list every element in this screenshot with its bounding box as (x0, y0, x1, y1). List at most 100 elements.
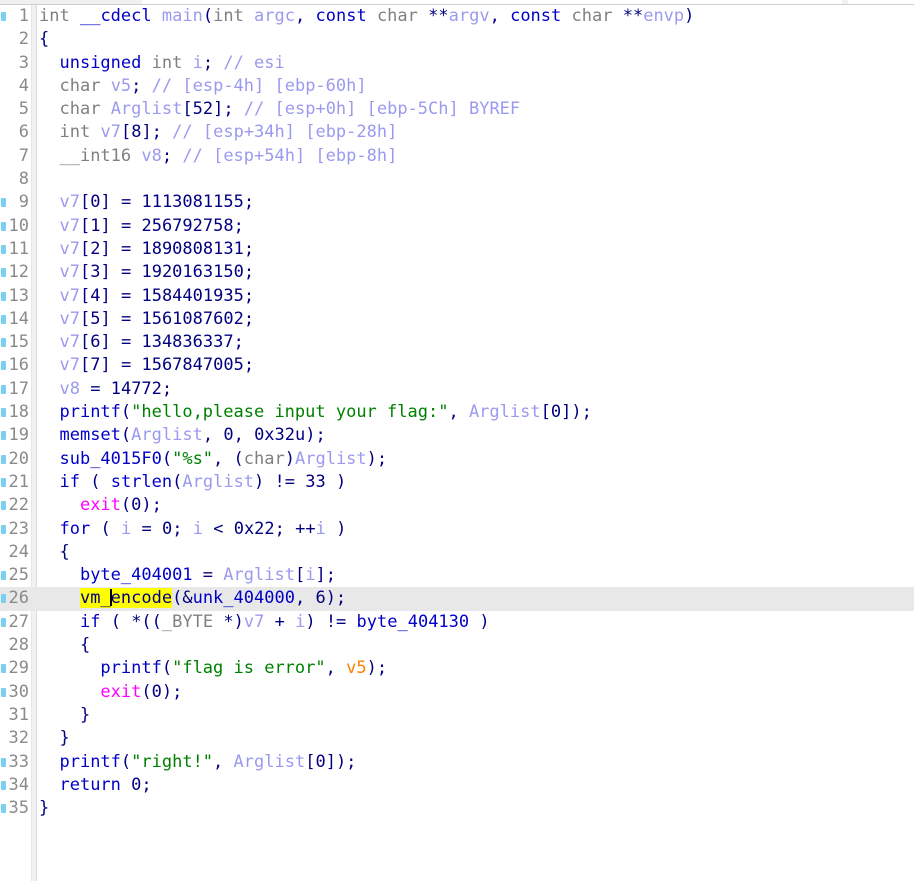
code-line-list[interactable]: 1 int __cdecl main(int argc, const char *… (0, 5, 914, 820)
code-text[interactable]: exit(0); (39, 681, 182, 704)
code-line[interactable]: 5 char Arglist[52]; // [esp+0h] [ebp-5Ch… (0, 98, 914, 121)
code-line[interactable]: 30 exit(0); (0, 681, 914, 704)
code-line[interactable]: 18 printf("hello,please input your flag:… (0, 401, 914, 424)
code-token: Arglist (110, 99, 183, 120)
code-text[interactable]: char Arglist[52]; // [esp+0h] [ebp-5Ch] … (39, 98, 520, 121)
code-line[interactable]: 7 __int16 v8; // [esp+54h] [ebp-8h] (0, 145, 914, 168)
code-text[interactable]: printf("right!", Arglist[0]); (39, 751, 356, 774)
code-text[interactable]: { (39, 28, 49, 51)
code-text[interactable]: } (39, 704, 90, 727)
code-text[interactable]: int v7[8]; // [esp+34h] [ebp-28h] (39, 121, 397, 144)
code-text[interactable]: { (39, 634, 90, 657)
code-line[interactable]: 23 for ( i = 0; i < 0x22; ++i ) (0, 518, 914, 541)
code-line[interactable]: 21 if ( strlen(Arglist) != 33 ) (0, 471, 914, 494)
code-token: ] (100, 355, 111, 376)
code-token: ( (120, 425, 132, 446)
code-token: *(( (131, 611, 162, 632)
code-line[interactable]: 13 v7[4] = 1584401935; (0, 285, 914, 308)
code-token: 0 (161, 518, 173, 539)
code-line[interactable]: 4 char v5; // [esp-4h] [ebp-60h] (0, 75, 914, 98)
code-token: v7 (59, 332, 80, 353)
code-text[interactable]: sub_4015F0("%s", (char)Arglist); (39, 448, 387, 471)
code-line[interactable]: 11 v7[2] = 1890808131; (0, 238, 914, 261)
code-line[interactable]: 24 { (0, 541, 914, 564)
code-line[interactable]: 27 if ( *((_BYTE *)v7 + i) != byte_40413… (0, 611, 914, 634)
code-token: , (325, 658, 336, 679)
code-token: [ (79, 285, 91, 306)
code-text[interactable]: memset(Arglist, 0, 0x32u); (39, 424, 325, 447)
code-token: int (151, 52, 183, 73)
code-line[interactable]: 6 int v7[8]; // [esp+34h] [ebp-28h] (0, 121, 914, 144)
code-line[interactable]: 2{ (0, 28, 914, 51)
code-token: 0 (90, 192, 101, 213)
chrome-segment-right (848, 0, 914, 4)
line-number: 31 (8, 704, 29, 725)
code-token: ] (100, 308, 111, 329)
code-text[interactable]: v7[0] = 1113081155; (39, 191, 254, 214)
code-text[interactable]: unsigned int i; // esi (39, 52, 284, 75)
code-line[interactable]: 3 unsigned int i; // esi (0, 52, 914, 75)
code-text[interactable]: printf("flag is error", v5); (39, 657, 387, 680)
code-line[interactable]: 15 v7[6] = 134836337; (0, 331, 914, 354)
code-text[interactable]: vm_encode(&unk_404000, 6); (39, 587, 346, 610)
code-token: ( (233, 448, 244, 469)
code-line[interactable]: 22 exit(0); (0, 494, 914, 517)
code-line[interactable]: 25 byte_404001 = Arglist[i]; (0, 564, 914, 587)
code-line[interactable]: 12 v7[3] = 1920163150; (0, 261, 914, 284)
code-line[interactable]: 8 (0, 168, 914, 191)
code-line[interactable]: 35} (0, 797, 914, 820)
code-line[interactable]: 19 memset(Arglist, 0, 0x32u); (0, 424, 914, 447)
code-text[interactable]: { (39, 541, 69, 564)
code-text[interactable]: v7[1] = 256792758; (39, 215, 243, 238)
code-token: ); (366, 658, 388, 679)
code-token: "flag is error" (172, 658, 326, 679)
code-text[interactable]: v7[7] = 1567847005; (39, 354, 254, 377)
code-token: , (489, 6, 500, 26)
code-line[interactable]: 34 return 0; (0, 774, 914, 797)
code-text[interactable]: __int16 v8; // [esp+54h] [ebp-8h] (39, 145, 397, 168)
code-token: i (192, 52, 203, 73)
code-line[interactable]: 33 printf("right!", Arglist[0]); (0, 751, 914, 774)
code-text[interactable]: char v5; // [esp-4h] [ebp-60h] (39, 75, 366, 98)
code-text[interactable]: if ( strlen(Arglist) != 33 ) (39, 471, 346, 494)
code-text[interactable]: } (39, 797, 49, 820)
highlighted-identifier[interactable]: vm_encode (79, 588, 173, 609)
code-token: , (295, 6, 306, 26)
code-token: 0 (151, 681, 162, 702)
code-line[interactable]: 31 } (0, 704, 914, 727)
code-text[interactable]: if ( *((_BYTE *)v7 + i) != byte_404130 ) (39, 611, 490, 634)
code-line[interactable]: 16 v7[7] = 1567847005; (0, 354, 914, 377)
code-token: v7 (59, 238, 80, 259)
code-token: printf (59, 751, 121, 772)
code-text[interactable]: v7[6] = 134836337; (39, 331, 243, 354)
code-line[interactable]: 9 v7[0] = 1113081155; (0, 191, 914, 214)
code-token: ]; (315, 565, 336, 586)
code-line[interactable]: 10 v7[1] = 256792758; (0, 215, 914, 238)
pseudocode-editor[interactable]: 1 int __cdecl main(int argc, const char *… (0, 5, 914, 881)
code-text[interactable]: v7[5] = 1561087602; (39, 308, 254, 331)
code-line[interactable]: 17 v8 = 14772; (0, 378, 914, 401)
code-text[interactable]: exit(0); (39, 494, 162, 517)
code-line[interactable]: 20 sub_4015F0("%s", (char)Arglist); (0, 448, 914, 471)
code-line[interactable]: 14 v7[5] = 1561087602; (0, 308, 914, 331)
code-text[interactable]: v8 = 14772; (39, 378, 172, 401)
code-text[interactable]: printf("hello,please input your flag:", … (39, 401, 591, 424)
code-text[interactable]: } (39, 727, 69, 750)
code-text[interactable]: for ( i = 0; i < 0x22; ++i ) (39, 518, 346, 541)
code-line[interactable]: 32 } (0, 727, 914, 750)
code-line[interactable]: 28 { (0, 634, 914, 657)
code-text[interactable]: v7[2] = 1890808131; (39, 238, 254, 261)
code-line[interactable]: 26 vm_encode(&unk_404000, 6); (0, 587, 914, 611)
code-token: [ (79, 262, 91, 283)
line-number: 1 (18, 6, 29, 26)
code-line[interactable]: 29 printf("flag is error", v5); (0, 657, 914, 680)
code-line[interactable]: 1 int __cdecl main(int argc, const char *… (0, 5, 914, 28)
code-token: int (59, 122, 91, 143)
code-token: ; (141, 774, 152, 795)
code-token: 3 (90, 262, 101, 283)
code-text[interactable]: int __cdecl main(int argc, const char **… (39, 5, 694, 28)
code-text[interactable]: v7[3] = 1920163150; (39, 261, 254, 284)
code-text[interactable]: v7[4] = 1584401935; (39, 285, 254, 308)
code-text[interactable]: byte_404001 = Arglist[i]; (39, 564, 336, 587)
code-text[interactable]: return 0; (39, 774, 152, 797)
